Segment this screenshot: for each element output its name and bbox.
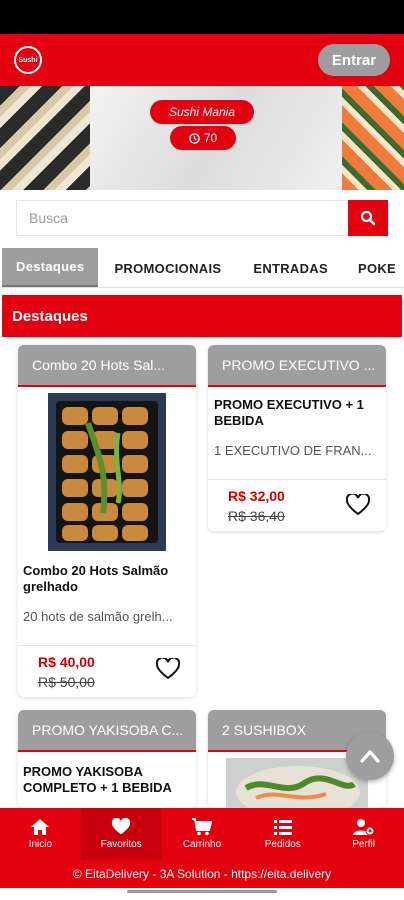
product-card[interactable]: PROMO YAKISOBA C... PROMO YAKISOBA COMPL… xyxy=(18,710,196,808)
product-price: R$ 40,00 xyxy=(38,654,95,670)
scroll-to-top-button[interactable] xyxy=(346,732,394,780)
search-input[interactable] xyxy=(16,200,348,236)
section-title: Destaques xyxy=(2,295,402,337)
product-title: PROMO YAKISOBA COMPLETO + 1 BEBIDA xyxy=(23,764,172,795)
product-title: Combo 20 Hots Salmão grelhado xyxy=(23,563,169,594)
favorite-heart-icon[interactable] xyxy=(346,494,370,516)
product-old-price: R$ 36,40 xyxy=(228,508,285,524)
home-icon xyxy=(31,819,50,835)
product-price: R$ 32,00 xyxy=(228,488,285,504)
nav-label: Favoritos xyxy=(100,839,142,850)
app-header: Sushi Entrar xyxy=(0,34,404,86)
search-bar xyxy=(16,200,388,236)
home-indicator xyxy=(0,888,404,900)
delivery-time-badge: 70 xyxy=(170,126,236,150)
nav-label: Carrinho xyxy=(182,839,222,850)
tab-promocionais[interactable]: PROMOCIONAIS xyxy=(98,248,237,287)
product-card[interactable]: Combo 20 Hots Sal... Combo 20 Hots Salmã… xyxy=(18,345,196,697)
product-old-price: R$ 50,00 xyxy=(38,674,95,690)
price-area: R$ 32,00 R$ 36,40 xyxy=(208,479,386,531)
login-button[interactable]: Entrar xyxy=(318,44,390,76)
product-card-header: Combo 20 Hots Sal... xyxy=(18,345,196,387)
nav-item-perfil[interactable]: Perfil xyxy=(323,808,404,860)
banner-sushi-image-left xyxy=(0,86,90,190)
price-area: R$ 40,00 R$ 50,00 xyxy=(18,645,196,697)
product-card-header: PROMO YAKISOBA C... xyxy=(18,710,196,752)
search-button[interactable] xyxy=(348,200,388,236)
store-name-badge: Sushi Mania xyxy=(150,100,254,124)
category-tabs: Destaques PROMOCIONAIS ENTRADAS POKE xyxy=(0,248,404,288)
product-card-header: PROMO EXECUTIVO ... xyxy=(208,345,386,387)
nav-item-favoritos[interactable]: Favoritos xyxy=(80,808,162,860)
clock-icon xyxy=(189,132,200,144)
banner-sushi-image-right xyxy=(342,86,404,190)
product-image xyxy=(48,393,166,551)
delivery-time-value: 70 xyxy=(203,131,218,145)
nav-item-carrinho[interactable]: Carrinho xyxy=(162,808,243,860)
tab-poke[interactable]: POKE xyxy=(344,248,404,287)
footer-credits: © EitaDelivery - 3A Solution - https://e… xyxy=(0,860,404,888)
product-title: PROMO EXECUTIVO + 1 BEBIDA xyxy=(214,397,364,428)
product-image xyxy=(226,758,368,808)
favorite-heart-icon[interactable] xyxy=(156,658,180,680)
list-icon xyxy=(273,820,292,835)
nav-item-inicio[interactable]: Inicio xyxy=(0,808,81,860)
nav-label: Inicio xyxy=(28,839,53,850)
chevron-up-icon xyxy=(360,750,380,763)
tab-entradas[interactable]: ENTRADAS xyxy=(237,248,344,287)
cart-icon xyxy=(191,818,213,836)
nav-item-pedidos[interactable]: Pedidos xyxy=(242,808,323,860)
status-bar xyxy=(0,0,404,34)
search-icon xyxy=(360,210,376,226)
heart-icon xyxy=(112,818,131,835)
nav-label: Pedidos xyxy=(264,839,301,850)
logo-text: Sushi xyxy=(18,56,38,64)
bottom-navigation: Inicio Favoritos Carrinho Pedidos Perfil xyxy=(0,808,404,860)
user-gear-icon xyxy=(352,819,375,836)
tab-destaques[interactable]: Destaques xyxy=(2,248,99,287)
product-card[interactable]: PROMO EXECUTIVO ... PROMO EXECUTIVO + 1 … xyxy=(208,345,386,531)
product-description: 1 EXECUTIVO DE FRAN... xyxy=(214,443,372,458)
product-description: 20 hots de salmão grelh... xyxy=(23,609,173,624)
store-logo[interactable]: Sushi xyxy=(14,46,42,74)
nav-label: Perfil xyxy=(352,839,375,850)
